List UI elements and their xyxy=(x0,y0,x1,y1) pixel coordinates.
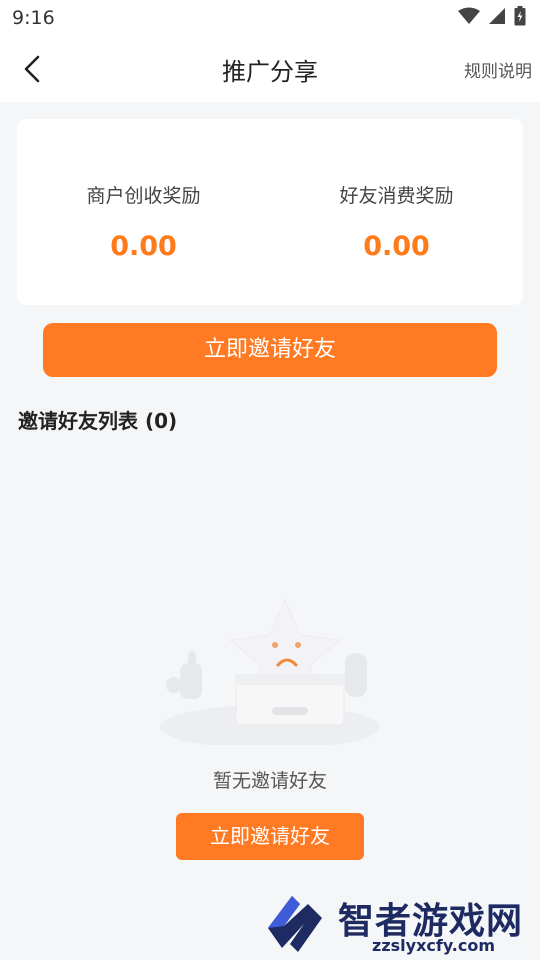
page-title: 推广分享 xyxy=(222,58,318,86)
watermark: 智者游戏网 zzslyxcfy.com xyxy=(262,892,540,960)
rewards-card: 商户创收奖励 0.00 好友消费奖励 0.00 xyxy=(17,119,523,305)
status-time: 9:16 xyxy=(12,7,55,29)
status-icons xyxy=(458,6,526,26)
empty-box-star-icon xyxy=(160,598,380,745)
friend-reward: 好友消费奖励 0.00 xyxy=(270,119,523,305)
merchant-reward: 商户创收奖励 0.00 xyxy=(17,119,270,305)
empty-state-message: 暂无邀请好友 xyxy=(212,770,327,792)
rules-link[interactable]: 规则说明 xyxy=(464,57,532,82)
friend-reward-value: 0.00 xyxy=(363,231,430,262)
status-bar: 9:16 xyxy=(0,0,540,36)
empty-state-invite-button[interactable]: 立即邀请好友 xyxy=(176,813,364,860)
invite-list-title: 邀请好友列表 (0) xyxy=(18,409,178,433)
top-bar: 推广分享 规则说明 xyxy=(0,36,540,102)
signal-icon xyxy=(489,8,505,24)
invite-friends-button[interactable]: 立即邀请好友 xyxy=(43,323,497,377)
watermark-url: zzslyxcfy.com xyxy=(372,936,496,955)
wifi-icon xyxy=(458,7,480,24)
watermark-logo xyxy=(268,896,322,952)
friend-reward-label: 好友消费奖励 xyxy=(339,185,454,207)
battery-icon xyxy=(514,6,526,26)
merchant-reward-label: 商户创收奖励 xyxy=(86,185,201,207)
merchant-reward-value: 0.00 xyxy=(110,231,177,262)
